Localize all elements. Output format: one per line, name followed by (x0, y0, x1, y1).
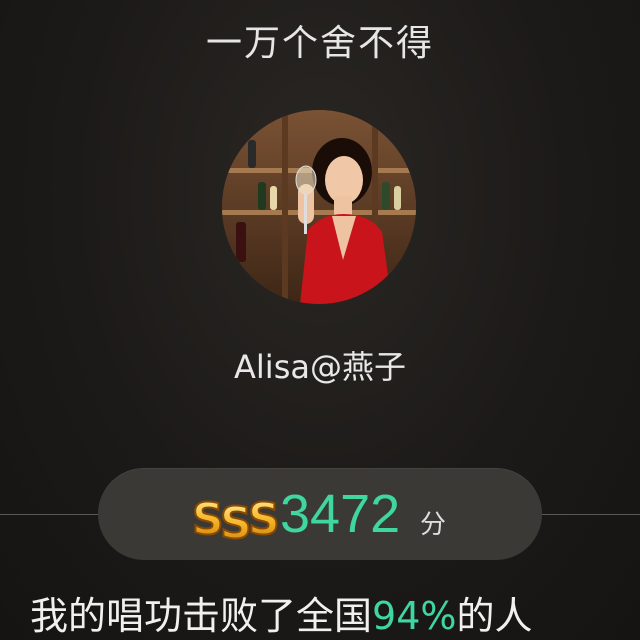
username: Alisa@燕子 (234, 348, 406, 386)
score-value: 3472 (280, 484, 401, 544)
grade-letter-1: S (192, 494, 224, 545)
avatar[interactable] (222, 110, 416, 304)
result-prefix: 我的唱功击败了全国 (30, 594, 373, 638)
song-title: 一万个舍不得 (205, 23, 434, 64)
grade-letter-2: S (220, 498, 252, 549)
grade-letter-3: S (248, 494, 280, 545)
divider-left (0, 514, 104, 515)
divider-right (540, 514, 640, 515)
result-percent: 94% (372, 594, 457, 638)
grade-badge-icon: S S S (191, 493, 281, 550)
score-panel: S S S 3472 分 (98, 468, 542, 560)
score-unit: 分 (420, 510, 447, 540)
result-text: 我的唱功击败了全国94%的人 (30, 592, 533, 640)
avatar-photo (222, 110, 416, 304)
result-suffix: 的人 (456, 594, 533, 638)
